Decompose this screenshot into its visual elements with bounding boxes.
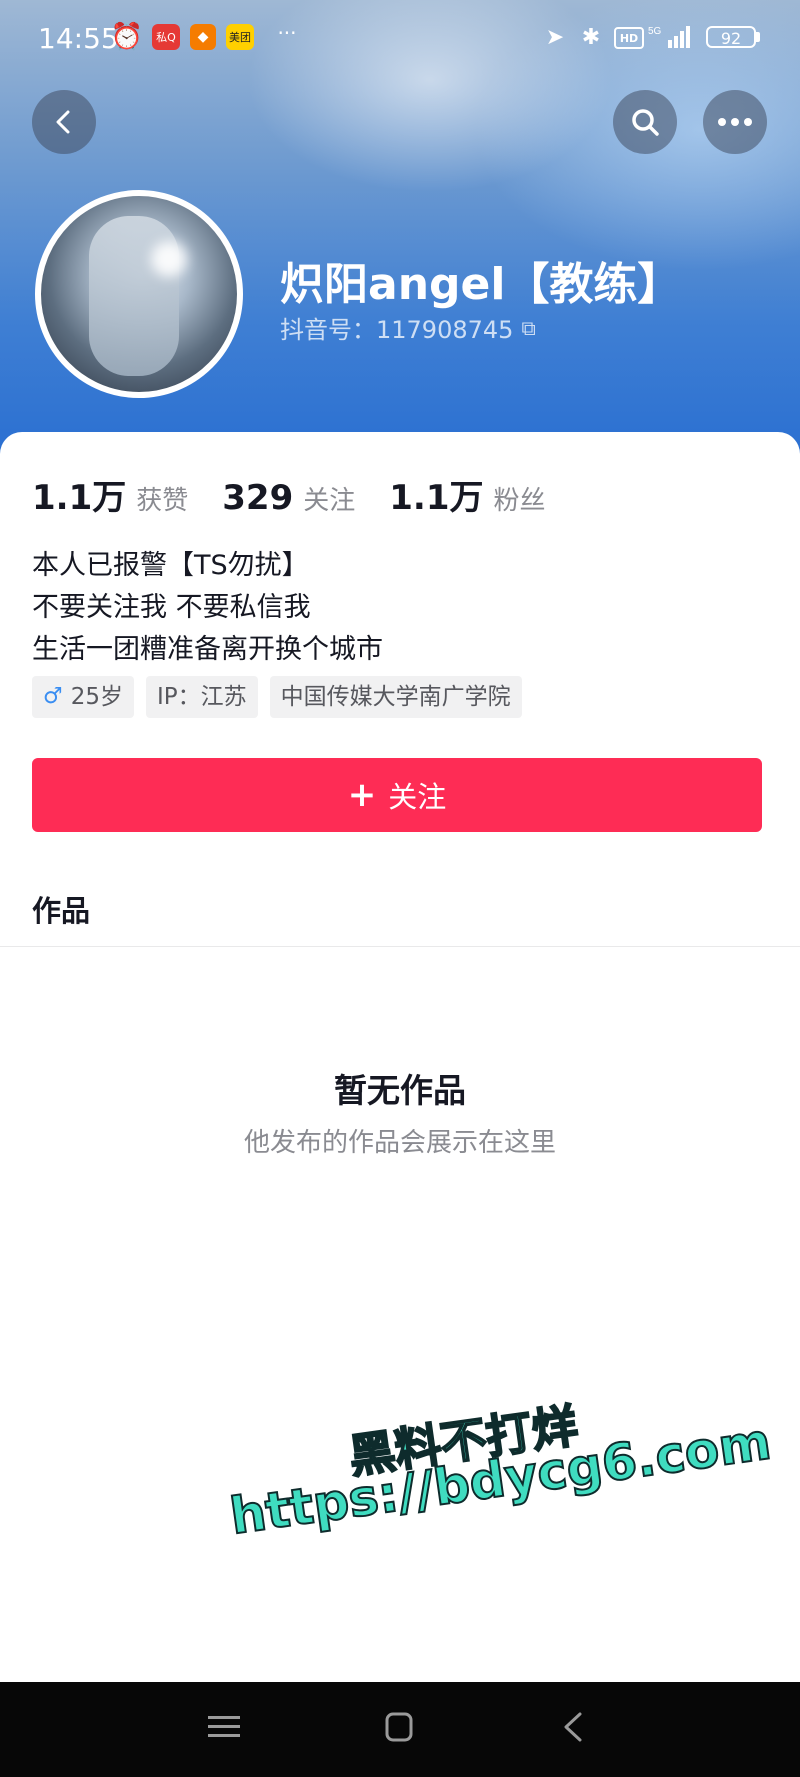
bio-line: 本人已报警【TS勿扰】 <box>32 550 309 581</box>
male-icon: ♂ <box>43 684 63 709</box>
avatar[interactable] <box>35 190 243 398</box>
app-icon-3: 美团 <box>226 24 254 50</box>
stat-label: 获赞 <box>136 486 189 516</box>
age-tag: ♂ 25岁 <box>32 676 135 718</box>
username: 炽阳angel【教练】 <box>280 259 682 310</box>
empty-state-subtitle: 他发布的作品会展示在这里 <box>243 1128 556 1158</box>
status-time: 14:55 <box>38 22 119 55</box>
battery-icon: 92 <box>706 26 756 48</box>
empty-state-title: 暂无作品 <box>334 1071 466 1110</box>
stat-value: 1.1万 <box>389 478 484 518</box>
alarm-icon: ⏰ <box>110 22 144 52</box>
battery-tip <box>756 32 760 42</box>
profile-stats: 1.1万 获赞 329 关注 1.1万 粉丝 <box>32 470 580 519</box>
home-icon[interactable] <box>374 1710 424 1753</box>
signal-icon: 5G <box>648 24 696 50</box>
search-button[interactable] <box>613 90 677 154</box>
stat-followers[interactable]: 1.1万 粉丝 <box>389 470 545 519</box>
plus-icon: + <box>347 775 377 815</box>
copy-icon[interactable]: ⧉ <box>521 316 535 340</box>
follow-button-label: 关注 <box>388 780 447 814</box>
bio-line: 不要关注我 不要私信我 <box>32 592 311 623</box>
profile-tags: ♂ 25岁 IP：江苏 中国传媒大学南广学院 <box>32 676 522 718</box>
tab-works[interactable]: 作品 <box>32 888 90 930</box>
stat-value: 329 <box>222 478 294 518</box>
stat-following[interactable]: 329 关注 <box>222 478 355 518</box>
douyin-id[interactable]: 抖音号：117908745 ⧉ <box>280 310 536 345</box>
more-options-button[interactable] <box>703 90 767 154</box>
back-arrow-icon <box>56 110 70 134</box>
age-text: 25岁 <box>70 684 124 710</box>
divider <box>0 946 800 947</box>
ip-location-tag: IP：江苏 <box>146 676 258 718</box>
search-icon <box>632 109 659 136</box>
stat-label: 粉丝 <box>493 486 546 516</box>
douyin-id-text: 抖音号：117908745 <box>280 316 514 344</box>
location-icon: ➤ <box>545 24 565 50</box>
follow-button[interactable]: + 关注 <box>32 758 762 832</box>
stat-label: 关注 <box>303 486 356 516</box>
bluetooth-icon: ✱ <box>581 24 601 50</box>
back-nav-icon[interactable] <box>549 1710 599 1753</box>
app-icon-2: ◆ <box>190 24 216 50</box>
more-notifications-icon: ··· <box>277 21 297 45</box>
back-button[interactable] <box>32 90 96 154</box>
stat-likes[interactable]: 1.1万 获赞 <box>32 470 188 519</box>
network-type-label: 5G <box>648 26 662 37</box>
bio-line: 生活一团糟准备离开换个城市 <box>32 634 383 665</box>
avatar-highlight <box>151 241 187 277</box>
recent-apps-icon[interactable] <box>199 1710 249 1753</box>
stat-value: 1.1万 <box>32 478 127 518</box>
school-tag[interactable]: 中国传媒大学南广学院 <box>269 676 522 718</box>
hd-icon: HD <box>614 27 644 49</box>
avatar-photo <box>89 216 179 376</box>
status-bar: 14:55 ⏰ 私Q ◆ 美团 ··· ➤ ✱ HD 5G 92 <box>0 0 800 80</box>
more-icon <box>718 118 752 126</box>
app-icon-1: 私Q <box>152 24 180 50</box>
